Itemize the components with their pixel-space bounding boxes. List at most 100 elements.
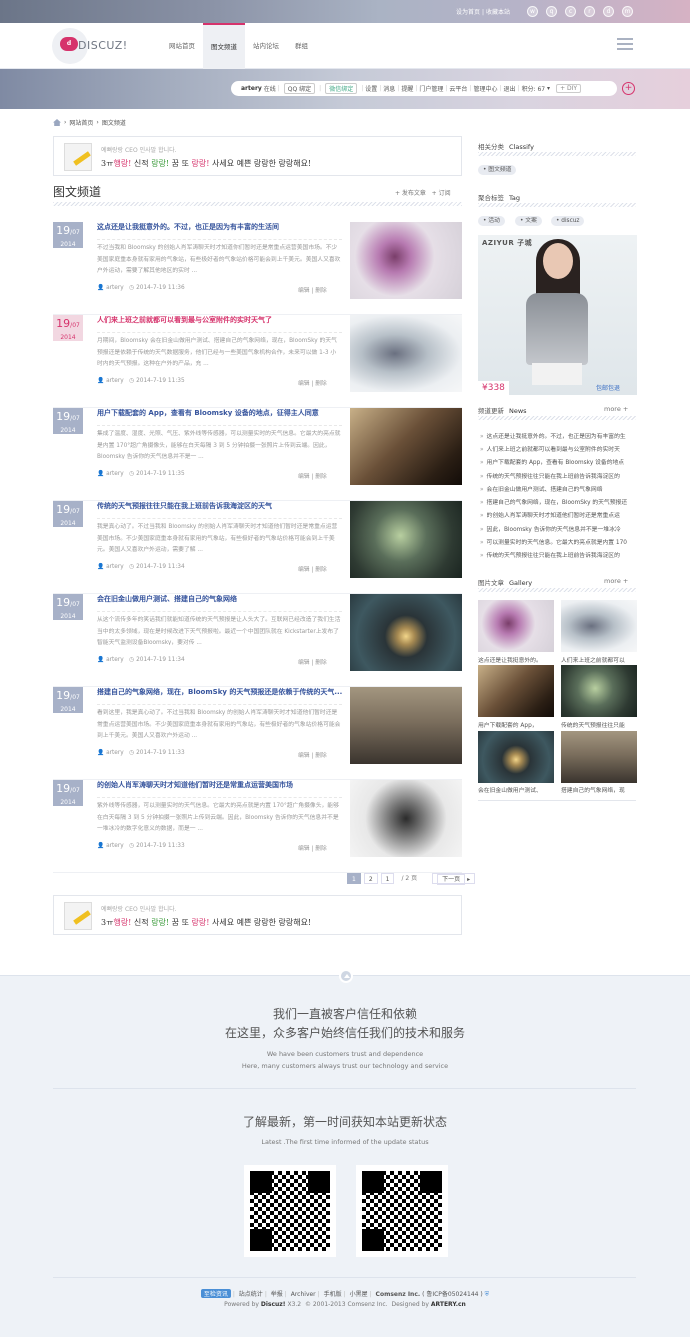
company-link[interactable]: Comsenz Inc.	[376, 1291, 421, 1298]
portal-admin-link[interactable]: 门户管理	[419, 84, 443, 93]
article-author[interactable]: artery	[106, 564, 124, 570]
page-2-link[interactable]: 2	[363, 873, 378, 884]
delete-link[interactable]: 删除	[315, 660, 327, 666]
news-item[interactable]: 传统的天气预报往往只能在我上班前告诉我海淀区的	[480, 550, 636, 559]
gallery-thumbnail[interactable]	[478, 665, 554, 717]
news-item[interactable]: 传统的天气预报往往只能在我上班前告诉我海淀区的	[480, 471, 636, 480]
wechat-bind-button[interactable]: 微信绑定	[325, 83, 358, 94]
article-title[interactable]: 人们来上班之前就都可以看到最与公室附件的实时天气了	[97, 315, 342, 325]
icp-link[interactable]: ( 鲁ICP备05024144 )	[422, 1291, 483, 1298]
news-item[interactable]: 会在旧金山做用户测试、搭建自己的气象网络	[480, 484, 636, 493]
article-thumbnail[interactable]	[350, 222, 462, 299]
article-thumbnail[interactable]	[350, 501, 462, 578]
username-link[interactable]: artery	[241, 85, 262, 92]
nav-group[interactable]: 群组	[287, 23, 316, 69]
article-title[interactable]: 会在旧金山做用户测试、搭建自己的气象网络	[97, 594, 342, 604]
article-thumbnail[interactable]	[350, 594, 462, 671]
cloud-platform-link[interactable]: 云平台	[449, 84, 467, 93]
news-item[interactable]: 搭建自己的气象网络，现在，BloomSky 的天气预报还	[480, 497, 636, 506]
edit-link[interactable]: 编辑	[298, 381, 310, 387]
news-item[interactable]: 因此，Bloomsky 告诉你的天气信息并不是一堆冰冷	[480, 524, 636, 533]
qq-bind-button[interactable]: QQ 绑定	[283, 83, 316, 94]
mail-icon[interactable]: m	[622, 6, 633, 17]
tag-item[interactable]: • discuz	[551, 216, 585, 226]
delete-link[interactable]: 删除	[315, 567, 327, 573]
weibo-icon[interactable]: w	[527, 6, 538, 17]
article-thumbnail[interactable]	[350, 315, 462, 392]
set-home-link[interactable]: 设为首页	[456, 9, 480, 16]
news-item[interactable]: 用户下载配套的 App，查看有 Bloomsky 设备的地点	[480, 457, 636, 466]
page-jump-input[interactable]: 1	[380, 873, 395, 884]
article-title[interactable]: 搭建自己的气象网络，现在，BloomSky 的天气预报还是依赖于传统的天气...	[97, 687, 342, 697]
article-title[interactable]: 的创始人肖军涛聊天时才知道他们暂时还是常重点运营美国市场	[97, 780, 342, 790]
post-article-link[interactable]: + 发布文章	[395, 190, 426, 197]
edit-link[interactable]: 编辑	[298, 474, 310, 480]
news-item[interactable]: 人们来上班之前就都可以看到最与公室附件的实时天	[480, 444, 636, 453]
diy-button[interactable]: + DIY	[556, 84, 582, 93]
article-author[interactable]: artery	[106, 378, 124, 384]
gallery-caption[interactable]: 这点还是让我挺意外的。	[478, 655, 554, 664]
article-author[interactable]: artery	[106, 750, 124, 756]
article-thumbnail[interactable]	[350, 408, 462, 485]
gallery-caption[interactable]: 人们来上班之前就都可以	[561, 655, 637, 664]
delete-link[interactable]: 删除	[315, 288, 327, 294]
stats-link[interactable]: 站点统计	[239, 1291, 263, 1298]
gallery-thumbnail[interactable]	[478, 731, 554, 783]
category-tag[interactable]: • 图文频道	[478, 165, 517, 175]
nav-forum[interactable]: 站内论坛	[245, 23, 287, 69]
news-item[interactable]: 这点还是让我挺意外的。不过，也正是因为有丰富的生	[480, 431, 636, 440]
article-author[interactable]: artery	[106, 285, 124, 291]
logout-link[interactable]: 退出	[504, 84, 516, 93]
archiver-link[interactable]: Archiver	[291, 1291, 316, 1298]
points-link[interactable]: 积分: 67	[522, 84, 546, 93]
douban-icon[interactable]: d	[603, 6, 614, 17]
article-thumbnail[interactable]	[350, 780, 462, 857]
article-title[interactable]: 传统的天气预报往往只能在我上班前告诉我海淀区的天气	[97, 501, 342, 511]
settings-link[interactable]: 设置	[365, 84, 377, 93]
edit-link[interactable]: 编辑	[298, 660, 310, 666]
article-author[interactable]: artery	[106, 471, 124, 477]
delete-link[interactable]: 删除	[315, 381, 327, 387]
blackroom-link[interactable]: 小黑屋	[350, 1291, 368, 1298]
news-item[interactable]: 的创始人肖军涛聊天时才知道他们暂时还是常重点运	[480, 510, 636, 519]
edit-link[interactable]: 编辑	[298, 846, 310, 852]
bookmark-link[interactable]: 收藏本站	[486, 9, 510, 16]
gallery-caption[interactable]: 搭建自己的气象网络，现	[561, 785, 637, 794]
news-item[interactable]: 可以测量实时的天气信息。它最大的亮点就是内置 170	[480, 537, 636, 546]
renren-icon[interactable]: r	[584, 6, 595, 17]
back-to-top-icon[interactable]	[339, 969, 353, 983]
gallery-thumbnail[interactable]	[478, 600, 554, 652]
home-icon[interactable]	[53, 119, 61, 126]
next-page-button[interactable]: 下一页 ▸	[432, 873, 476, 885]
report-link[interactable]: 举报	[271, 1291, 283, 1298]
tag-item[interactable]: • 活动	[478, 216, 505, 226]
menu-icon[interactable]	[617, 38, 633, 50]
gallery-more-link[interactable]: more +	[604, 577, 628, 585]
article-title[interactable]: 用户下载配套的 App，查看有 Bloomsky 设备的地点，征得主人同意	[97, 408, 342, 418]
nav-portal[interactable]: 图文频道	[203, 23, 245, 69]
ad-banner[interactable]: AZIYUR 子城 ¥338 包邮包退	[478, 235, 637, 395]
delete-link[interactable]: 删除	[315, 846, 327, 852]
gallery-caption[interactable]: 会在旧金山做用户测试、	[478, 785, 554, 794]
discuz-link[interactable]: Discuz!	[261, 1301, 286, 1308]
article-author[interactable]: artery	[106, 657, 124, 663]
notifications-link[interactable]: 提醒	[401, 84, 413, 93]
gallery-caption[interactable]: 用户下载配套的 App，	[478, 720, 554, 729]
edit-link[interactable]: 编辑	[298, 567, 310, 573]
plus-icon[interactable]: +	[622, 82, 635, 95]
gallery-thumbnail[interactable]	[561, 731, 637, 783]
announcement-banner-top[interactable]: 예뻐랑랑 CEO 인사말 합니다. 3ㅠ행랑! 신적 랑랑! 꿈 또 랑랑! 사…	[53, 136, 462, 176]
subscribe-link[interactable]: + 订阅	[432, 190, 451, 197]
breadcrumb-home[interactable]: 网站首页	[69, 118, 93, 127]
news-more-link[interactable]: more +	[604, 405, 628, 413]
article-title[interactable]: 这点还是让我挺意外的。不过，也正是因为有丰富的生活间	[97, 222, 342, 232]
tag-item[interactable]: • 文案	[515, 216, 542, 226]
designer-link[interactable]: ARTERY.cn	[431, 1301, 466, 1308]
mobile-link[interactable]: 手机版	[324, 1291, 342, 1298]
qq-icon[interactable]: q	[546, 6, 557, 17]
nav-home[interactable]: 网站首页	[161, 23, 203, 69]
delete-link[interactable]: 删除	[315, 474, 327, 480]
article-author[interactable]: artery	[106, 843, 124, 849]
delete-link[interactable]: 删除	[315, 753, 327, 759]
gallery-thumbnail[interactable]	[561, 600, 637, 652]
